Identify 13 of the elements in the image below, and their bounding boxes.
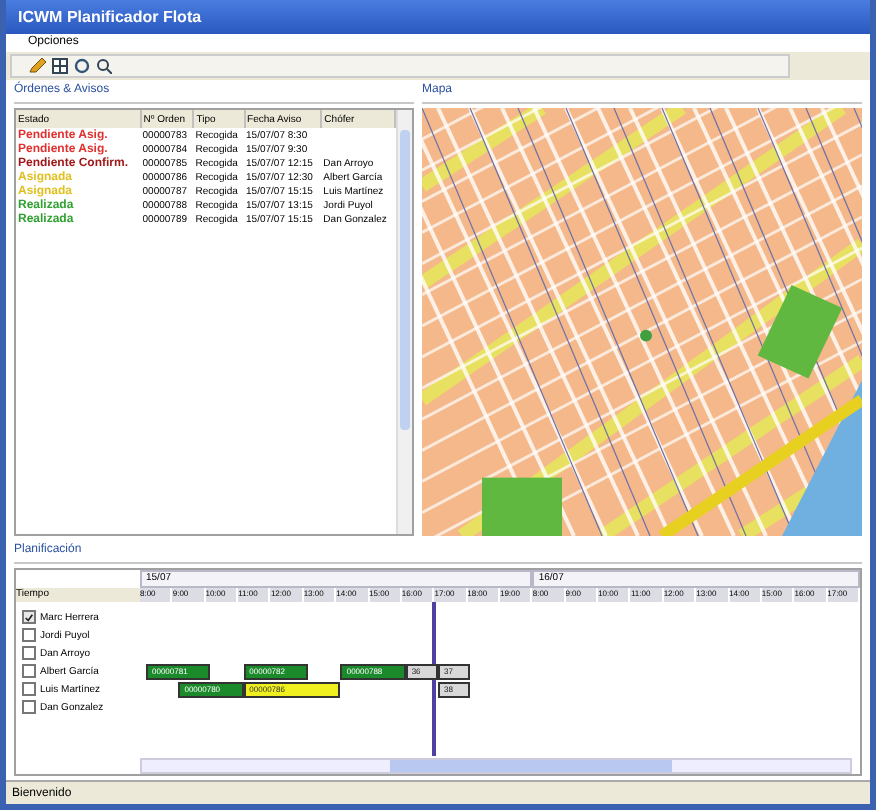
window-title: ICWM Planificador Flota bbox=[18, 8, 202, 26]
checkbox[interactable] bbox=[22, 646, 36, 660]
horizontal-scrollbar[interactable] bbox=[140, 757, 852, 773]
checkbox[interactable] bbox=[22, 682, 36, 696]
vertical-scrollbar[interactable] bbox=[396, 110, 412, 534]
grid-icon[interactable] bbox=[52, 58, 68, 74]
map-drawing[interactable] bbox=[422, 108, 862, 536]
checkbox[interactable] bbox=[22, 700, 36, 714]
checkbox[interactable] bbox=[22, 664, 36, 678]
pencil-icon[interactable] bbox=[28, 58, 46, 74]
search-icon[interactable] bbox=[96, 58, 112, 74]
checkbox[interactable] bbox=[22, 628, 36, 642]
checkbox[interactable] bbox=[22, 610, 36, 624]
